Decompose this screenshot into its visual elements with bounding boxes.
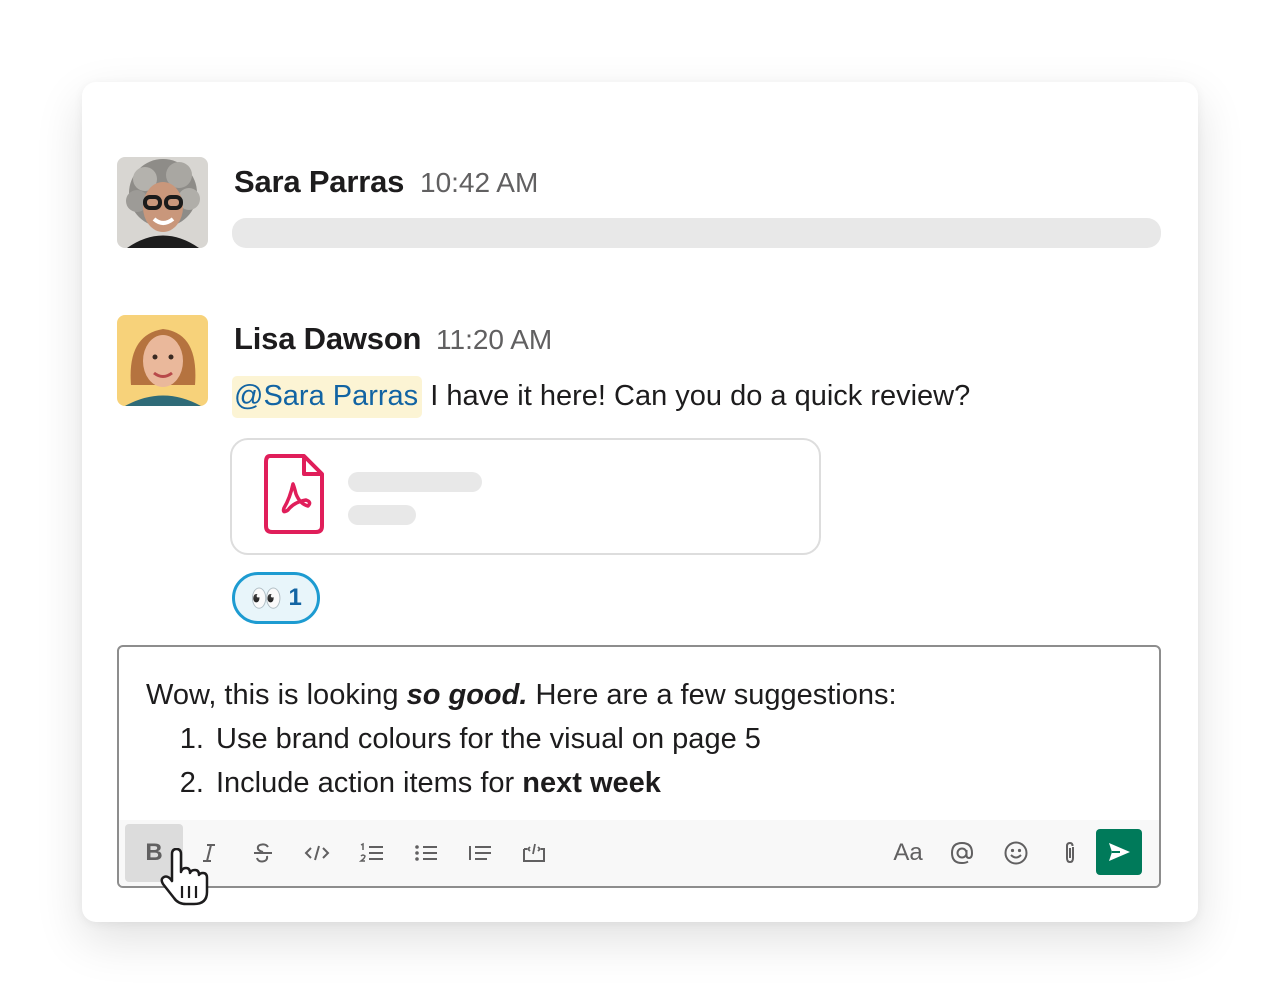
file-name-placeholder	[348, 472, 482, 492]
formatting-toolbar: B Aa	[119, 820, 1159, 886]
send-button[interactable]	[1096, 829, 1142, 875]
composer-text: Wow, this is looking	[146, 679, 407, 711]
ordered-list-icon	[359, 842, 383, 862]
file-attachment[interactable]	[230, 438, 821, 555]
message-body: @Sara Parras I have it here! Can you do …	[232, 376, 970, 418]
bulleted-list-button[interactable]	[397, 824, 455, 882]
italic-button[interactable]	[180, 824, 238, 882]
blockquote-icon	[469, 846, 491, 860]
attachment-button[interactable]	[1041, 824, 1099, 882]
emoji-button[interactable]	[987, 824, 1045, 882]
code-block-button[interactable]	[505, 824, 563, 882]
mention-button[interactable]	[933, 824, 991, 882]
list-item-bold: next week	[522, 767, 661, 799]
message-timestamp[interactable]: 10:42 AM	[420, 167, 538, 199]
attachment-icon	[1066, 841, 1074, 864]
eyes-emoji-icon: 👀	[250, 583, 283, 613]
file-meta-placeholder	[348, 505, 416, 525]
list-item-text: Use brand colours for the visual on page…	[216, 723, 761, 755]
list-item: Use brand colours for the visual on page…	[212, 717, 897, 761]
bulleted-list-icon	[415, 845, 437, 861]
reaction-eyes[interactable]: 👀 1	[232, 572, 320, 624]
code-block-icon	[523, 843, 545, 862]
formatting-button[interactable]: Aa	[879, 824, 937, 882]
author-name[interactable]: Lisa Dawson	[234, 321, 421, 357]
avatar-lisa-dawson[interactable]	[117, 315, 208, 406]
composer-ordered-list: Use brand colours for the visual on page…	[146, 717, 897, 805]
strikethrough-icon	[254, 843, 272, 863]
italic-icon	[203, 844, 215, 862]
bold-button[interactable]: B	[125, 824, 183, 882]
code-button[interactable]	[288, 824, 346, 882]
avatar-image	[117, 157, 208, 248]
composer-line: Wow, this is looking so good. Here are a…	[146, 673, 897, 717]
message-timestamp[interactable]: 11:20 AM	[436, 324, 552, 356]
message-text: I have it here! Can you do a quick revie…	[422, 380, 971, 412]
reaction-count: 1	[288, 584, 302, 611]
bold-icon: B	[145, 839, 163, 866]
message-placeholder	[232, 218, 1161, 248]
composer-emphasis: so good.	[406, 679, 528, 711]
strikethrough-button[interactable]	[234, 824, 292, 882]
code-icon	[304, 845, 330, 861]
formatting-icon: Aa	[893, 839, 923, 866]
list-item-text: Include action items for	[216, 767, 523, 799]
emoji-icon	[1004, 841, 1028, 865]
composer-input[interactable]: Wow, this is looking so good. Here are a…	[146, 673, 897, 805]
avatar-sara-parras[interactable]	[117, 157, 208, 248]
author-name[interactable]: Sara Parras	[234, 164, 404, 200]
pdf-file-icon	[264, 454, 324, 534]
avatar-image	[117, 315, 208, 406]
blockquote-button[interactable]	[451, 824, 509, 882]
list-item: Include action items for next week	[212, 761, 897, 805]
user-mention[interactable]: @Sara Parras	[232, 376, 423, 418]
composer-text: Here are a few suggestions:	[527, 679, 897, 711]
send-icon	[1109, 843, 1130, 861]
mention-icon	[950, 841, 974, 865]
ordered-list-button[interactable]	[343, 824, 401, 882]
message-composer[interactable]: Wow, this is looking so good. Here are a…	[117, 645, 1161, 888]
